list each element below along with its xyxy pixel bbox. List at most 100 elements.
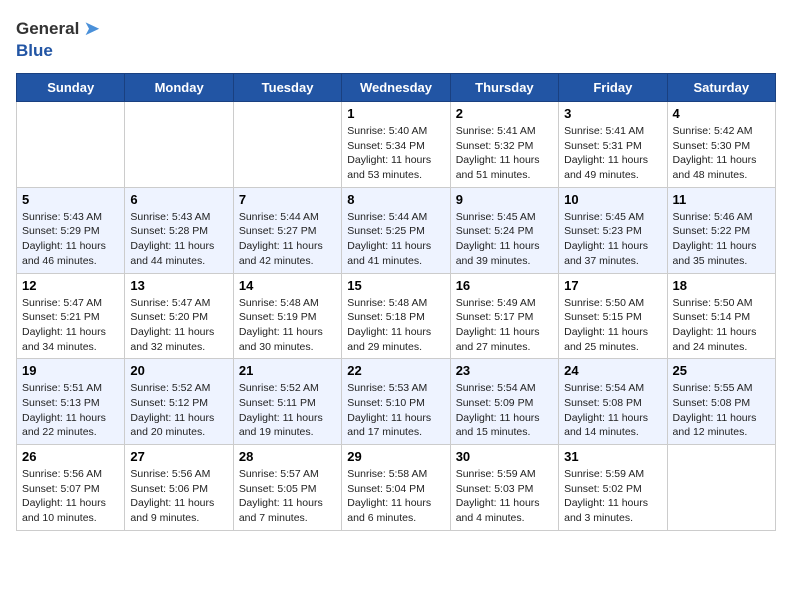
calendar-cell: 21 Sunrise: 5:52 AMSunset: 5:11 PMDayligh… — [233, 359, 341, 445]
calendar-cell: 18 Sunrise: 5:50 AMSunset: 5:14 PMDayligh… — [667, 273, 775, 359]
calendar-table: SundayMondayTuesdayWednesdayThursdayFrid… — [16, 73, 776, 531]
day-info: Sunrise: 5:45 AMSunset: 5:23 PMDaylight:… — [564, 210, 661, 269]
day-info: Sunrise: 5:44 AMSunset: 5:27 PMDaylight:… — [239, 210, 336, 269]
calendar-cell: 17Sunrise: 5:50 AMSunset: 5:15 PMDayligh… — [559, 273, 667, 359]
day-info: Sunrise: 5:47 AMSunset: 5:21 PMDaylight:… — [22, 296, 119, 355]
day-info: Sunrise: 5:52 AMSunset: 5:11 PMDaylight:… — [239, 381, 336, 440]
day-info: Sunrise: 5:56 AMSunset: 5:07 PMDaylight:… — [22, 467, 119, 526]
calendar-cell — [17, 102, 125, 188]
day-info: Sunrise: 5:54 AMSunset: 5:09 PMDaylight:… — [456, 381, 553, 440]
day-info: Sunrise: 5:45 AMSunset: 5:24 PMDaylight:… — [456, 210, 553, 269]
calendar-cell: 27 Sunrise: 5:56 AMSunset: 5:06 PMDayligh… — [125, 445, 233, 531]
calendar-cell: 22 Sunrise: 5:53 AMSunset: 5:10 PMDayligh… — [342, 359, 450, 445]
day-number: 5 — [22, 192, 119, 207]
day-number: 19 — [22, 363, 119, 378]
day-number: 27 — [130, 449, 227, 464]
calendar-week-5: 26 Sunrise: 5:56 AMSunset: 5:07 PMDayligh… — [17, 445, 776, 531]
day-number: 21 — [239, 363, 336, 378]
calendar-week-4: 19 Sunrise: 5:51 AMSunset: 5:13 PMDayligh… — [17, 359, 776, 445]
calendar-cell: 9 Sunrise: 5:45 AMSunset: 5:24 PMDaylight… — [450, 187, 558, 273]
day-info: Sunrise: 5:50 AMSunset: 5:14 PMDaylight:… — [673, 296, 770, 355]
day-info: Sunrise: 5:43 AMSunset: 5:29 PMDaylight:… — [22, 210, 119, 269]
day-info: Sunrise: 5:48 AMSunset: 5:19 PMDaylight:… — [239, 296, 336, 355]
day-info: Sunrise: 5:51 AMSunset: 5:13 PMDaylight:… — [22, 381, 119, 440]
day-info: Sunrise: 5:55 AMSunset: 5:08 PMDaylight:… — [673, 381, 770, 440]
calendar-cell: 23 Sunrise: 5:54 AMSunset: 5:09 PMDayligh… — [450, 359, 558, 445]
calendar-week-2: 5 Sunrise: 5:43 AMSunset: 5:29 PMDaylight… — [17, 187, 776, 273]
day-number: 29 — [347, 449, 444, 464]
page-header: General ➤ Blue — [16, 16, 776, 61]
day-info: Sunrise: 5:47 AMSunset: 5:20 PMDaylight:… — [130, 296, 227, 355]
calendar-cell: 31 Sunrise: 5:59 AMSunset: 5:02 PMDayligh… — [559, 445, 667, 531]
day-number: 30 — [456, 449, 553, 464]
weekday-header-row: SundayMondayTuesdayWednesdayThursdayFrid… — [17, 74, 776, 102]
calendar-cell: 1 Sunrise: 5:40 AMSunset: 5:34 PMDaylight… — [342, 102, 450, 188]
calendar-cell: 13 Sunrise: 5:47 AMSunset: 5:20 PMDayligh… — [125, 273, 233, 359]
day-info: Sunrise: 5:56 AMSunset: 5:06 PMDaylight:… — [130, 467, 227, 526]
calendar-cell: 16 Sunrise: 5:49 AMSunset: 5:17 PMDayligh… — [450, 273, 558, 359]
day-number: 20 — [130, 363, 227, 378]
weekday-header-wednesday: Wednesday — [342, 74, 450, 102]
day-number: 13 — [130, 278, 227, 293]
day-number: 16 — [456, 278, 553, 293]
day-info: Sunrise: 5:41 AMSunset: 5:32 PMDaylight:… — [456, 124, 553, 183]
day-number: 11 — [673, 192, 770, 207]
day-info: Sunrise: 5:59 AMSunset: 5:03 PMDaylight:… — [456, 467, 553, 526]
day-info: Sunrise: 5:49 AMSunset: 5:17 PMDaylight:… — [456, 296, 553, 355]
day-number: 7 — [239, 192, 336, 207]
calendar-cell: 6 Sunrise: 5:43 AMSunset: 5:28 PMDaylight… — [125, 187, 233, 273]
calendar-cell: 15Sunrise: 5:48 AMSunset: 5:18 PMDayligh… — [342, 273, 450, 359]
day-number: 1 — [347, 106, 444, 121]
calendar-cell: 12 Sunrise: 5:47 AMSunset: 5:21 PMDayligh… — [17, 273, 125, 359]
day-info: Sunrise: 5:57 AMSunset: 5:05 PMDaylight:… — [239, 467, 336, 526]
day-number: 23 — [456, 363, 553, 378]
calendar-cell: 20 Sunrise: 5:52 AMSunset: 5:12 PMDayligh… — [125, 359, 233, 445]
day-info: Sunrise: 5:42 AMSunset: 5:30 PMDaylight:… — [673, 124, 770, 183]
day-info: Sunrise: 5:41 AMSunset: 5:31 PMDaylight:… — [564, 124, 661, 183]
day-number: 31 — [564, 449, 661, 464]
day-number: 2 — [456, 106, 553, 121]
logo: General ➤ Blue — [16, 16, 100, 61]
calendar-week-3: 12 Sunrise: 5:47 AMSunset: 5:21 PMDayligh… — [17, 273, 776, 359]
day-number: 8 — [347, 192, 444, 207]
day-number: 4 — [673, 106, 770, 121]
weekday-header-tuesday: Tuesday — [233, 74, 341, 102]
day-number: 25 — [673, 363, 770, 378]
logo-blue-text: Blue — [16, 41, 53, 60]
day-number: 3 — [564, 106, 661, 121]
day-info: Sunrise: 5:58 AMSunset: 5:04 PMDaylight:… — [347, 467, 444, 526]
calendar-cell: 26 Sunrise: 5:56 AMSunset: 5:07 PMDayligh… — [17, 445, 125, 531]
calendar-cell — [125, 102, 233, 188]
day-info: Sunrise: 5:46 AMSunset: 5:22 PMDaylight:… — [673, 210, 770, 269]
calendar-cell: 3 Sunrise: 5:41 AMSunset: 5:31 PMDaylight… — [559, 102, 667, 188]
day-number: 18 — [673, 278, 770, 293]
calendar-cell: 10 Sunrise: 5:45 AMSunset: 5:23 PMDayligh… — [559, 187, 667, 273]
day-info: Sunrise: 5:48 AMSunset: 5:18 PMDaylight:… — [347, 296, 444, 355]
logo-general-text: General — [16, 19, 79, 39]
day-number: 26 — [22, 449, 119, 464]
day-number: 6 — [130, 192, 227, 207]
day-number: 9 — [456, 192, 553, 207]
day-number: 24 — [564, 363, 661, 378]
weekday-header-monday: Monday — [125, 74, 233, 102]
day-info: Sunrise: 5:40 AMSunset: 5:34 PMDaylight:… — [347, 124, 444, 183]
calendar-cell: 4 Sunrise: 5:42 AMSunset: 5:30 PMDaylight… — [667, 102, 775, 188]
day-info: Sunrise: 5:53 AMSunset: 5:10 PMDaylight:… — [347, 381, 444, 440]
day-number: 10 — [564, 192, 661, 207]
calendar-cell — [233, 102, 341, 188]
day-info: Sunrise: 5:52 AMSunset: 5:12 PMDaylight:… — [130, 381, 227, 440]
calendar-cell: 14Sunrise: 5:48 AMSunset: 5:19 PMDayligh… — [233, 273, 341, 359]
day-number: 17 — [564, 278, 661, 293]
day-info: Sunrise: 5:59 AMSunset: 5:02 PMDaylight:… — [564, 467, 661, 526]
day-info: Sunrise: 5:44 AMSunset: 5:25 PMDaylight:… — [347, 210, 444, 269]
calendar-cell: 5 Sunrise: 5:43 AMSunset: 5:29 PMDaylight… — [17, 187, 125, 273]
weekday-header-friday: Friday — [559, 74, 667, 102]
calendar-cell: 25 Sunrise: 5:55 AMSunset: 5:08 PMDayligh… — [667, 359, 775, 445]
day-number: 22 — [347, 363, 444, 378]
calendar-cell: 7 Sunrise: 5:44 AMSunset: 5:27 PMDaylight… — [233, 187, 341, 273]
calendar-cell: 28Sunrise: 5:57 AMSunset: 5:05 PMDayligh… — [233, 445, 341, 531]
day-number: 12 — [22, 278, 119, 293]
logo-bird-icon: ➤ — [83, 16, 100, 41]
calendar-cell: 29 Sunrise: 5:58 AMSunset: 5:04 PMDayligh… — [342, 445, 450, 531]
day-info: Sunrise: 5:43 AMSunset: 5:28 PMDaylight:… — [130, 210, 227, 269]
